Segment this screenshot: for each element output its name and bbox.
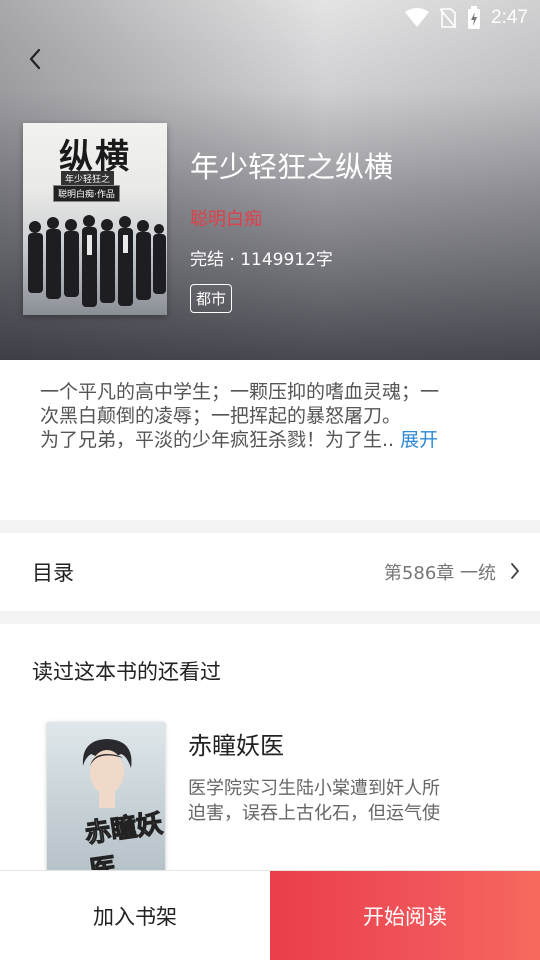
book-title: 年少轻狂之纵横	[190, 150, 394, 184]
cover-author-line: 聪明白痴·作品	[53, 185, 120, 202]
toc-label: 目录	[32, 561, 74, 585]
book-status-wordcount: 完结 · 1149912字	[190, 250, 333, 270]
cover-people-illustration	[28, 215, 166, 307]
status-time: 2:47	[491, 7, 528, 28]
recommend-description-line: 迫害，误吞上古化石，但运气使	[188, 803, 440, 824]
book-author[interactable]: 聪明白痴	[190, 205, 262, 231]
category-tag[interactable]: 都市	[190, 284, 233, 313]
recommend-description-line: 医学院实习生陆小棠遭到奸人所	[188, 778, 440, 799]
cover-subtitle: 年少轻狂之	[61, 171, 115, 186]
bottom-action-bar: 加入书架 开始阅读	[0, 870, 540, 960]
table-of-contents-row[interactable]: 目录 第586章 一统	[0, 533, 540, 611]
wifi-icon	[405, 8, 430, 27]
recommend-book-description: 医学院实习生陆小棠遭到奸人所 迫害，误吞上古化石，但运气使	[188, 776, 488, 826]
status-icons: 2:47	[405, 6, 528, 30]
expand-link[interactable]: 展开	[400, 429, 438, 451]
book-description: 一个平凡的高中学生；一颗压抑的嗜血灵魂；一 次黑白颠倒的凌辱；一把挥起的暴怒屠刀…	[40, 380, 500, 452]
chevron-right-icon	[511, 563, 519, 579]
description-line-last: 为了兄弟，平淡的少年疯狂杀戮！为了生.. 展开	[40, 428, 500, 452]
book-cover: 纵横 年少轻狂之 聪明白痴·作品	[23, 123, 167, 315]
start-reading-button[interactable]: 开始阅读	[270, 871, 540, 960]
description-line: 为了兄弟，平淡的少年疯狂杀戮！为了生..	[40, 429, 395, 451]
cover-portrait-illustration	[82, 739, 132, 808]
battery-icon	[468, 6, 481, 29]
no-sim-icon	[439, 8, 457, 29]
section-divider	[0, 520, 540, 533]
chevron-left-icon	[29, 48, 41, 70]
recommend-book-cover[interactable]: 赤瞳妖医	[47, 722, 165, 882]
recommend-book-title[interactable]: 赤瞳妖医	[188, 726, 284, 761]
status-bar: 2:47	[0, 0, 540, 36]
description-line: 一个平凡的高中学生；一颗压抑的嗜血灵魂；一	[40, 381, 440, 403]
latest-chapter: 第586章 一统	[383, 563, 496, 584]
back-button[interactable]	[18, 42, 52, 76]
section-divider	[0, 611, 540, 624]
recommend-section-title: 读过这本书的还看过	[32, 660, 221, 684]
description-line: 次黑白颠倒的凌辱；一把挥起的暴怒屠刀。	[40, 405, 402, 427]
add-to-shelf-button[interactable]: 加入书架	[0, 871, 270, 960]
